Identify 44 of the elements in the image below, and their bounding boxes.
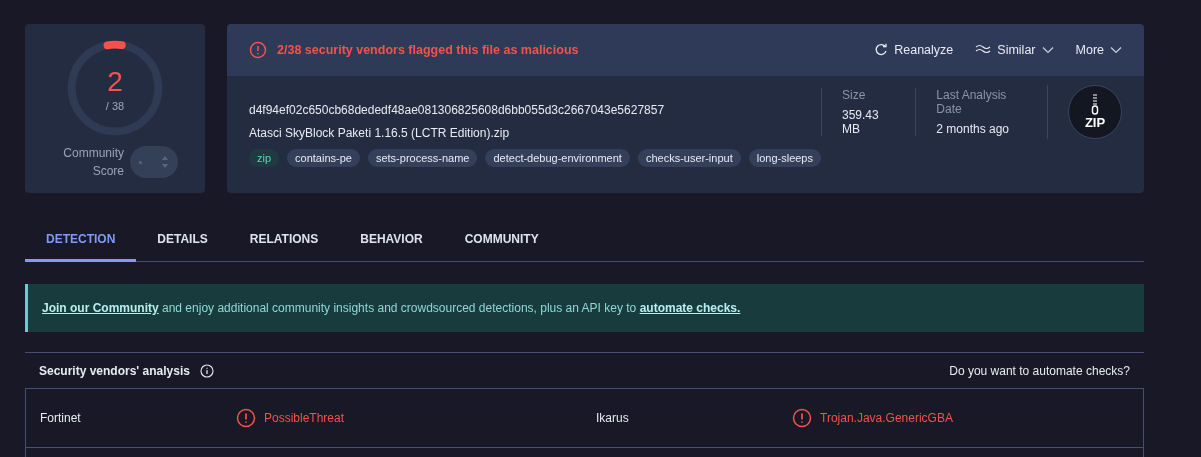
tab[interactable]: COMMUNITY [443,223,560,262]
tag[interactable]: zip [249,148,280,167]
tab[interactable]: BEHAVIOR [339,223,444,262]
tag[interactable]: detect-debug-environment [485,148,630,167]
info-icon[interactable] [199,363,214,378]
tag[interactable]: sets-process-name [367,148,478,167]
alert-icon [249,41,267,59]
automate-checks-link[interactable]: automate checks. [639,301,741,315]
vote-control[interactable] [130,146,178,178]
file-name: Atasci SkyBlock Paketi 1.16.5 (LCTR Edition).zip [249,125,511,140]
automate-prompt: Do you want to automate checks? [949,363,1130,378]
alert-icon [236,408,256,428]
chevron-down-icon [1110,46,1122,54]
zip-file-icon: ZIP [1068,84,1122,139]
join-community-link[interactable]: Join our Community [42,301,159,315]
stat-label: Size [842,87,867,102]
alert-icon [792,408,812,428]
tag[interactable]: long-sleeps [748,148,821,167]
stat-value: 359.43 MB [842,107,880,136]
stat-value: 2 months ago [936,121,1011,136]
community-score-label: Community Score [62,145,124,180]
chevron-down-icon [1041,46,1054,54]
tab[interactable]: DETECTION [25,223,137,262]
detection-result: Trojan.Java.GenericGBA [820,411,953,425]
detection-count: 2 [107,68,123,96]
vendor-name: Fortinet [40,411,82,425]
vote-arrows-icon[interactable] [160,155,169,169]
refresh-icon [874,43,889,57]
section-title: Security vendors' analysis [39,363,190,378]
stat-label: Last Analysis Date [936,87,1008,116]
banner-text: Join our Community and enjoy additional community insights and crowdsourced detections, plus an API key to automate checks. [42,301,741,315]
detection-result: PossibleThreat [264,411,345,425]
file-hash: d4f94ef02c650cb68dededf48ae081306825608d6bb055d3c2667043e5627857 [249,102,666,117]
tag[interactable]: contains-pe [287,148,360,167]
similar-button[interactable]: Similar [975,43,1054,57]
more-button[interactable]: More [1075,43,1122,57]
tab[interactable]: DETAILS [136,223,229,262]
alert-text: 2/38 security vendors flagged this file as malicious [277,43,579,57]
waves-icon [975,44,992,56]
tag[interactable]: checks-user-input [637,148,741,167]
tab[interactable]: RELATIONS [228,223,340,262]
total-count: / 38 [105,100,125,112]
reanalyze-button[interactable]: Reanalyze [874,43,954,57]
vendor-name: Ikarus [596,411,630,425]
